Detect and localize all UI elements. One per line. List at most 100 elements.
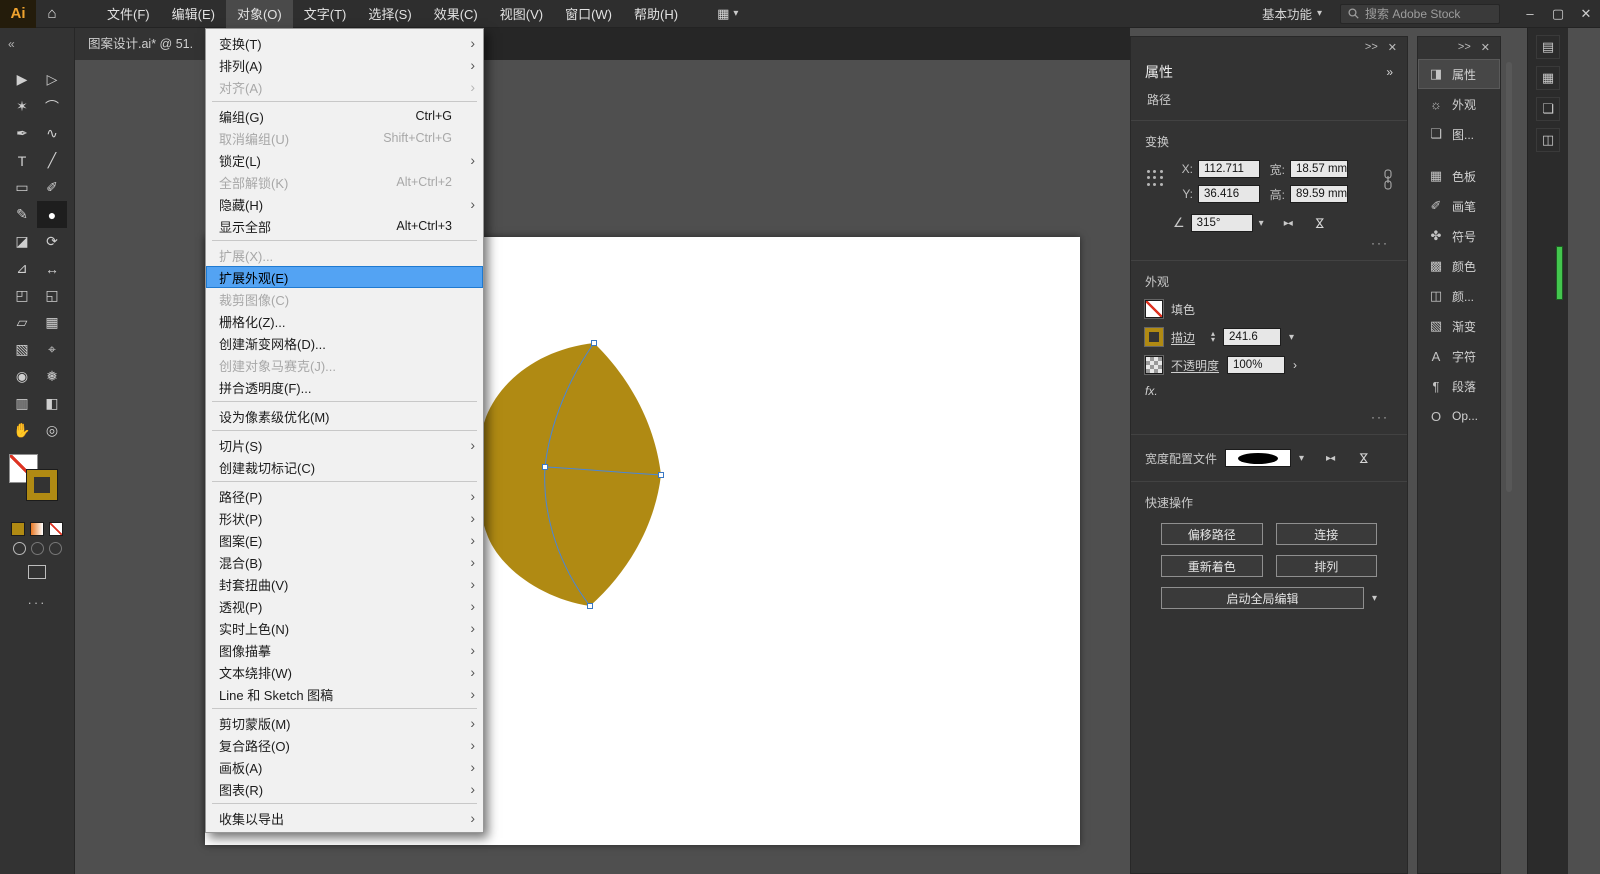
chevron-down-icon[interactable]: ▾ (1372, 593, 1377, 604)
app-logo[interactable]: Ai (0, 0, 36, 28)
selection-tool[interactable]: ▶ (7, 66, 37, 93)
eyedropper-tool[interactable]: ⌖ (37, 336, 67, 363)
workspace-switcher[interactable]: 基本功能 ▾ (1262, 4, 1322, 23)
object-menu-item[interactable]: 变换(T) › (206, 32, 483, 54)
object-menu-item[interactable]: 设为像素级优化(M) (206, 405, 483, 427)
tab-gradient[interactable]: ▧ 渐变 (1418, 311, 1500, 341)
menubar-item[interactable]: 文件(F) (96, 0, 161, 28)
tab-color[interactable]: ▩ 颜色 (1418, 251, 1500, 281)
menubar-item[interactable]: 编辑(E) (161, 0, 226, 28)
tab-appearance[interactable]: ☼ 外观 (1418, 89, 1500, 119)
lasso-tool[interactable]: ⌒ (37, 93, 67, 120)
object-menu-item[interactable]: 图表(R) › (206, 778, 483, 800)
flip-horizontal-icon[interactable]: ▸◂ (1284, 218, 1293, 229)
chevron-right-icon[interactable]: › (1293, 358, 1297, 372)
stroke-weight-input[interactable]: 241.6 (1223, 328, 1282, 346)
object-menu-item[interactable]: Line 和 Sketch 图稿 › (206, 683, 483, 705)
color-button[interactable] (11, 522, 25, 536)
fill-swatch[interactable] (1144, 299, 1164, 319)
object-menu-item[interactable]: 图案(E) › (206, 529, 483, 551)
paintbrush-tool[interactable]: ✐ (37, 174, 67, 201)
object-menu-item[interactable]: 封套扭曲(V) › (206, 573, 483, 595)
object-menu-item[interactable]: 显示全部 Alt+Ctrl+3 (206, 215, 483, 237)
tab-layers[interactable]: ❏ 图... (1418, 119, 1500, 149)
object-menu-item[interactable]: 剪切蒙版(M) › (206, 712, 483, 734)
stroke-label[interactable]: 描边 (1171, 329, 1195, 346)
collapsed-panel-icon-4[interactable]: ◫ (1536, 128, 1560, 152)
flip-vertical-icon[interactable]: ⋈ (1313, 217, 1327, 229)
scale-tool[interactable]: ⊿ (7, 255, 37, 282)
stroke-weight-stepper[interactable]: ▴ ▾ (1211, 330, 1215, 344)
close-button[interactable]: ✕ (1572, 6, 1600, 22)
width-input[interactable]: 18.57 mm (1290, 160, 1348, 178)
eraser-tool[interactable]: ◪ (7, 228, 37, 255)
object-menu-item[interactable]: 形状(P) › (206, 507, 483, 529)
shape-builder-tool[interactable]: ◱ (37, 282, 67, 309)
rotate-tool[interactable]: ⟳ (37, 228, 67, 255)
constrain-proportions-icon[interactable] (1383, 166, 1393, 194)
direct-selection-tool[interactable]: ▷ (37, 66, 67, 93)
object-menu-item[interactable]: 隐藏(H) › (206, 193, 483, 215)
tab-character[interactable]: A 字符 (1418, 341, 1500, 371)
gold-shape[interactable] (476, 343, 661, 606)
zoom-tool[interactable]: ◎ (37, 417, 67, 444)
magic-wand-tool[interactable]: ✶ (7, 93, 37, 120)
curvature-tool[interactable]: ∿ (37, 120, 67, 147)
chevron-down-icon[interactable]: ▾ (1289, 332, 1294, 343)
menubar-item[interactable]: 选择(S) (357, 0, 422, 28)
document-tab[interactable]: 图案设计.ai* @ 51. (75, 28, 208, 60)
blob-brush-tool[interactable]: ● (37, 201, 67, 228)
arrange-documents-button[interactable]: ▦ ▾ (709, 2, 746, 26)
draw-normal-mode-icon[interactable] (12, 542, 26, 555)
opacity-label[interactable]: 不透明度 (1171, 357, 1219, 374)
object-menu-item[interactable]: 画板(A) › (206, 756, 483, 778)
dock-collapse-icon[interactable]: >> (1458, 41, 1471, 53)
object-menu-item[interactable]: 文本绕排(W) › (206, 661, 483, 683)
dock-scrollbar[interactable] (1506, 62, 1512, 492)
object-menu-item[interactable]: 栅格化(Z)... (206, 310, 483, 332)
width-tool[interactable]: ↔ (37, 255, 67, 282)
line-segment-tool[interactable]: ╱ (37, 147, 67, 174)
hand-tool[interactable]: ✋ (7, 417, 37, 444)
quick-action-arrange[interactable]: 排列 (1275, 555, 1377, 577)
object-menu-item[interactable]: 拼合透明度(F)... (206, 376, 483, 398)
more-options-icon[interactable]: ··· (1145, 408, 1393, 424)
x-input[interactable]: 112.711 (1198, 160, 1260, 178)
object-menu-item[interactable]: 编组(G) Ctrl+G (206, 105, 483, 127)
object-menu-item[interactable]: 实时上色(N) › (206, 617, 483, 639)
tab-paragraph[interactable]: ¶ 段落 (1418, 371, 1500, 401)
type-tool[interactable]: T (7, 147, 37, 174)
restore-button[interactable]: ▢ (1544, 6, 1572, 22)
rectangle-tool[interactable]: ▭ (7, 174, 37, 201)
collapsed-panel-icon-1[interactable]: ▤ (1536, 35, 1560, 59)
symbol-sprayer-tool[interactable]: ❅ (37, 363, 67, 390)
pen-tool[interactable]: ✒ (7, 120, 37, 147)
object-menu-item[interactable]: 图像描摹 › (206, 639, 483, 661)
none-button[interactable] (49, 522, 63, 536)
tab-properties[interactable]: ◨ 属性 (1418, 59, 1500, 89)
free-transform-tool[interactable]: ◰ (7, 282, 37, 309)
rotation-input[interactable]: 315° (1190, 214, 1253, 232)
object-menu-item[interactable]: 透视(P) › (206, 595, 483, 617)
dock-close-icon[interactable]: ✕ (1388, 41, 1397, 54)
collapsed-panel-icon-3[interactable]: ❏ (1536, 97, 1560, 121)
more-options-icon[interactable]: ··· (1145, 234, 1393, 250)
chevron-down-icon[interactable]: ▾ (1299, 453, 1304, 464)
fill-label[interactable]: 填色 (1171, 301, 1195, 318)
flip-across-icon[interactable]: ⋈ (1357, 452, 1371, 464)
object-menu-item[interactable]: 扩展外观(E) (206, 266, 483, 288)
menubar-item[interactable]: 视图(V) (489, 0, 554, 28)
draw-inside-mode-icon[interactable] (48, 542, 62, 555)
tab-opentype[interactable]: O Op... (1418, 401, 1500, 431)
quick-action-offset-path[interactable]: 偏移路径 (1161, 523, 1263, 545)
reference-point-locator[interactable] (1145, 168, 1165, 188)
object-menu-item[interactable]: 创建渐变网格(D)... (206, 332, 483, 354)
dock-collapse-icon[interactable]: >> (1365, 41, 1378, 53)
collapsed-panel-icon-2[interactable]: ▦ (1536, 66, 1560, 90)
tab-color-guide[interactable]: ◫ 颜... (1418, 281, 1500, 311)
menubar-item[interactable]: 帮助(H) (623, 0, 689, 28)
gradient-button[interactable] (30, 522, 44, 536)
object-menu-item[interactable]: 复合路径(O) › (206, 734, 483, 756)
menubar-item[interactable]: 效果(C) (423, 0, 489, 28)
mesh-tool[interactable]: ▦ (37, 309, 67, 336)
